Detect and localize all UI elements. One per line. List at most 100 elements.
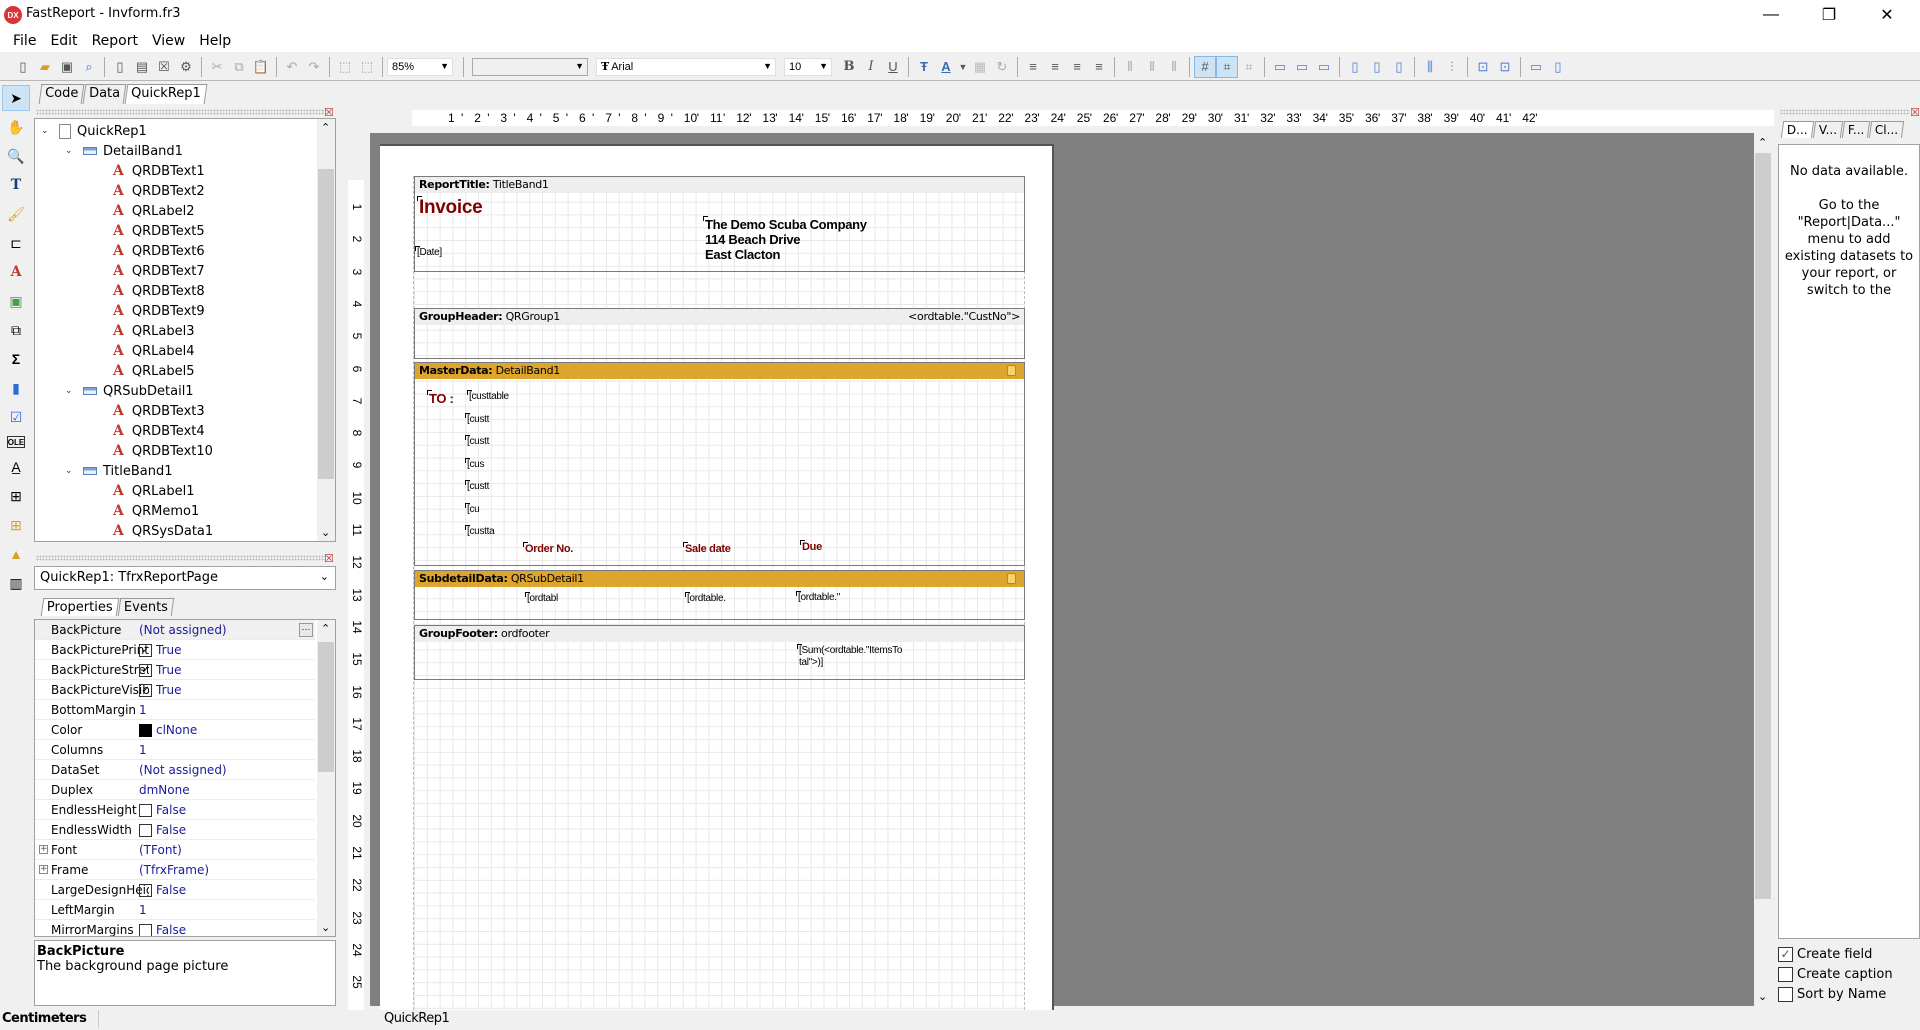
align-horz-centers-icon[interactable]: ▭ bbox=[1291, 56, 1313, 78]
tree-item-object[interactable]: A QRLabel4 bbox=[113, 341, 194, 361]
to-label[interactable]: TO : bbox=[427, 390, 454, 406]
tab-code[interactable]: Code bbox=[38, 84, 85, 104]
property-row[interactable]: MirrorMargins False bbox=[35, 920, 315, 936]
center-horz-icon[interactable]: ⊡ bbox=[1472, 56, 1494, 78]
property-row[interactable]: Columns 1 bbox=[35, 740, 315, 760]
select-tool-icon[interactable]: ➤ bbox=[2, 85, 30, 111]
tree-item-object[interactable]: A QRDBText2 bbox=[113, 181, 205, 201]
date-sysdata[interactable]: [Date] bbox=[415, 246, 442, 258]
create-caption-checkbox[interactable]: Create caption bbox=[1778, 967, 1893, 982]
menu-help[interactable]: Help bbox=[192, 33, 238, 49]
close-panel-icon[interactable]: ☒ bbox=[324, 552, 334, 565]
space-horz-icon[interactable]: ⫼ bbox=[1419, 56, 1441, 78]
property-row[interactable]: Color clNone bbox=[35, 720, 315, 740]
db-cross-tab-object-icon[interactable]: ⊞ bbox=[2, 512, 30, 538]
band-report-title[interactable]: ReportTitle: TitleBand1 Invoice [Date] T… bbox=[414, 176, 1025, 272]
tree-scrollbar[interactable]: ⌃ ⌄ bbox=[317, 119, 335, 541]
tree-item-object[interactable]: A QRDBText4 bbox=[113, 421, 205, 441]
zoom-select[interactable]: 85% ▼ bbox=[387, 57, 453, 76]
align-bottoms-icon[interactable]: ▯ bbox=[1388, 56, 1410, 78]
expand-icon[interactable]: + bbox=[39, 845, 48, 854]
open-folder-icon[interactable]: ▰ bbox=[34, 56, 56, 78]
minimize-button[interactable]: — bbox=[1742, 0, 1800, 30]
align-vert-centers-icon[interactable]: ▯ bbox=[1366, 56, 1388, 78]
tree-item-object[interactable]: A QRDBText10 bbox=[113, 441, 213, 461]
property-value[interactable]: False bbox=[139, 923, 186, 936]
same-width-icon[interactable]: ▭ bbox=[1525, 56, 1547, 78]
tree-item-object[interactable]: A QRDBText3 bbox=[113, 401, 205, 421]
align-rights-icon[interactable]: ▭ bbox=[1313, 56, 1335, 78]
property-value[interactable]: False bbox=[139, 803, 186, 817]
chart-object-icon[interactable]: ▮ bbox=[2, 375, 30, 401]
design-scroll-thumb[interactable] bbox=[1755, 153, 1771, 899]
barcode-object-icon[interactable]: ▥ bbox=[2, 570, 30, 596]
property-value[interactable]: ✓ True bbox=[139, 663, 182, 677]
paste-icon[interactable]: 📋 bbox=[250, 56, 272, 78]
tree-item-object[interactable]: A QRSysData1 bbox=[113, 521, 213, 541]
checkbox[interactable] bbox=[139, 823, 152, 837]
underline-button[interactable]: U bbox=[882, 56, 904, 78]
due-label[interactable]: Due bbox=[800, 540, 822, 553]
print-area[interactable]: ReportTitle: TitleBand1 Invoice [Date] T… bbox=[413, 176, 1025, 1010]
redo-icon[interactable]: ↷ bbox=[303, 56, 325, 78]
property-row[interactable]: + Font (TFont) bbox=[35, 840, 315, 860]
create-field-checkbox[interactable]: ✓ Create field bbox=[1778, 947, 1872, 962]
checkbox[interactable] bbox=[139, 883, 152, 897]
invoice-label[interactable]: Invoice bbox=[416, 196, 483, 219]
restore-button[interactable]: ❐ bbox=[1800, 0, 1858, 30]
property-row[interactable]: + Frame (TfrxFrame) bbox=[35, 860, 315, 880]
page-settings-icon[interactable]: ⚙ bbox=[175, 56, 197, 78]
font-settings-icon[interactable]: Ŧ bbox=[913, 56, 935, 78]
property-value[interactable]: ✓ True bbox=[139, 643, 182, 657]
tree-item-object[interactable]: A QRMemo1 bbox=[113, 501, 199, 521]
database-icon[interactable] bbox=[1007, 573, 1016, 584]
valign-bottom-icon[interactable]: ⦀ bbox=[1163, 56, 1185, 78]
hand-tool-icon[interactable]: ✋ bbox=[2, 114, 30, 140]
valign-center-icon[interactable]: ⦀ bbox=[1141, 56, 1163, 78]
tab-properties[interactable]: Properties bbox=[40, 598, 119, 616]
property-row[interactable]: BackPicturePrintable✓ True bbox=[35, 640, 315, 660]
save-icon[interactable]: ▣ bbox=[56, 56, 78, 78]
chevron-down-icon[interactable]: ⌄ bbox=[1758, 990, 1767, 1003]
group-icon[interactable]: ⬚ bbox=[334, 56, 356, 78]
sale-date-field[interactable]: [ordtable. bbox=[685, 592, 726, 604]
tab-data[interactable]: Data bbox=[82, 84, 127, 104]
sale-date-label[interactable]: Sale date bbox=[683, 542, 731, 555]
property-row[interactable]: LargeDesignHeight False bbox=[35, 880, 315, 900]
tree-item-object[interactable]: A QRDBText6 bbox=[113, 241, 205, 261]
band-group-footer[interactable]: GroupFooter: ordfooter [Sum(<ordtable."I… bbox=[414, 625, 1025, 680]
font-color-dropdown-icon[interactable]: ▼ bbox=[957, 56, 969, 78]
style-select[interactable]: ▼ bbox=[472, 57, 588, 76]
property-row[interactable]: Duplex dmNone bbox=[35, 780, 315, 800]
tree-item-band[interactable]: ⌄ DetailBand1 bbox=[65, 141, 183, 161]
zoom-tool-icon[interactable]: 🔍 bbox=[2, 143, 30, 169]
checkbox[interactable] bbox=[139, 803, 152, 817]
chevron-up-icon[interactable]: ⌃ bbox=[321, 121, 330, 134]
property-value[interactable]: dmNone bbox=[139, 783, 190, 797]
text-tool-icon[interactable]: T bbox=[2, 172, 30, 198]
font-color-icon[interactable]: A bbox=[935, 56, 957, 78]
copy-icon[interactable]: ⧉ bbox=[228, 56, 250, 78]
space-vert-icon[interactable]: ⫶ bbox=[1441, 56, 1463, 78]
property-value[interactable]: (Not assigned) bbox=[139, 763, 227, 777]
tab-quickrep1[interactable]: QuickRep1 bbox=[124, 84, 208, 104]
ungroup-icon[interactable]: ⬚ bbox=[356, 56, 378, 78]
customer-field[interactable]: [custt bbox=[464, 435, 489, 447]
property-value[interactable]: ✓ True bbox=[139, 683, 182, 697]
tree-item-object[interactable]: A QRDBText1 bbox=[113, 161, 205, 181]
picture-object-icon[interactable]: ▣ bbox=[2, 288, 30, 314]
bold-button[interactable]: B bbox=[838, 56, 860, 78]
valign-top-icon[interactable]: ⦀ bbox=[1119, 56, 1141, 78]
order-no-field[interactable]: [ordtabl bbox=[525, 592, 558, 604]
checkbox[interactable] bbox=[139, 923, 152, 936]
text-object-icon[interactable]: A bbox=[2, 259, 30, 285]
customer-field[interactable]: [cu bbox=[464, 502, 480, 515]
items-total-field[interactable]: [ordtable." bbox=[796, 591, 840, 603]
tab-data-tree[interactable]: D... bbox=[1780, 121, 1814, 138]
property-value[interactable]: 1 bbox=[139, 743, 147, 757]
tree-item-band[interactable]: ⌄ QRSubDetail1 bbox=[65, 381, 194, 401]
tree-panel-grip[interactable] bbox=[36, 109, 326, 115]
database-icon[interactable] bbox=[1007, 365, 1016, 376]
property-value[interactable]: (TFont) bbox=[139, 843, 182, 857]
customer-field[interactable]: [custta bbox=[464, 525, 495, 537]
